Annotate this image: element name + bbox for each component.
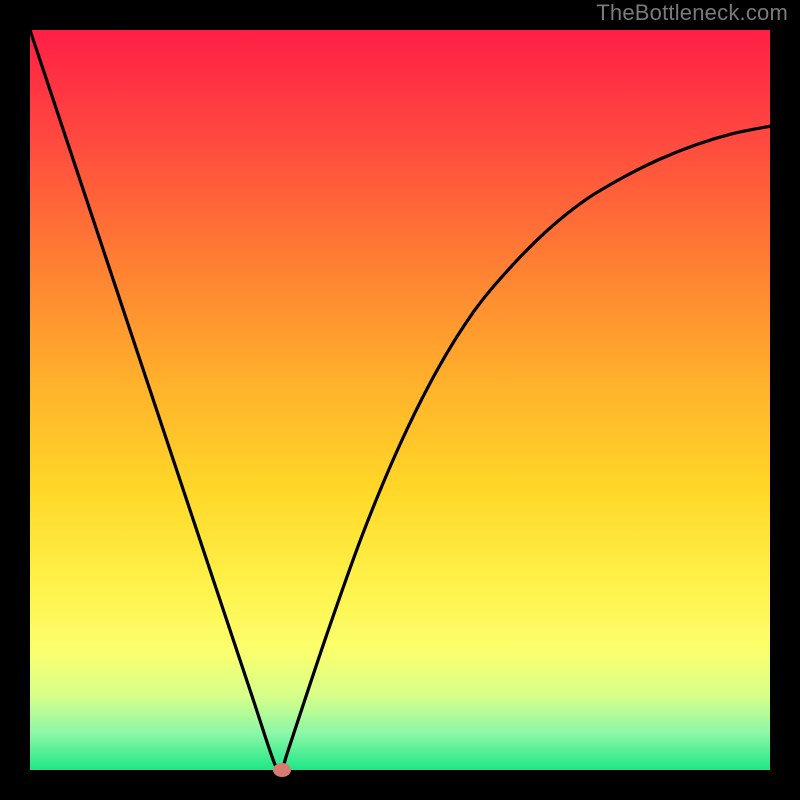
chart-frame: TheBottleneck.com [0, 0, 800, 800]
attribution-label: TheBottleneck.com [596, 0, 788, 26]
bottleneck-curve [30, 30, 770, 770]
optimal-point-marker [273, 763, 291, 777]
plot-area [30, 30, 770, 770]
